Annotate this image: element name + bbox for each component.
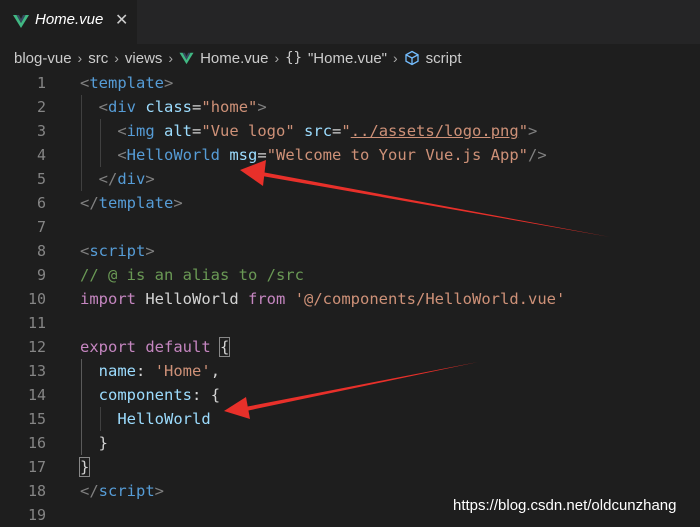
line-number: 17 bbox=[27, 458, 46, 476]
code-text: components: { bbox=[98, 386, 221, 404]
breadcrumb-module-label: "Home.vue" bbox=[307, 49, 387, 67]
code-text: <img alt="Vue logo" src="../assets/logo.… bbox=[117, 122, 538, 140]
line-number: 18 bbox=[27, 482, 46, 500]
code-editor[interactable]: 1 <template> 2 <div class="home"> 3 <img… bbox=[0, 71, 700, 527]
line-number: 4 bbox=[36, 146, 46, 164]
line-number: 6 bbox=[36, 194, 46, 212]
line-number: 2 bbox=[36, 98, 46, 116]
code-text: name: 'Home', bbox=[98, 362, 221, 380]
cube-icon bbox=[405, 50, 419, 66]
code-comment: // @ is an alias to /src bbox=[80, 266, 304, 284]
line-number: 13 bbox=[27, 362, 46, 380]
breadcrumb-item-script[interactable]: script bbox=[404, 50, 462, 67]
code-text: </template> bbox=[80, 194, 183, 212]
vue-icon bbox=[13, 15, 29, 28]
tab-label: Home.vue bbox=[35, 11, 104, 28]
code-line: 7 bbox=[0, 215, 700, 239]
breadcrumb: blog-vue › src › views › Home.vue › {} "… bbox=[0, 44, 700, 72]
code-text: HelloWorld bbox=[117, 410, 211, 428]
breadcrumb-file-label: Home.vue bbox=[200, 49, 269, 67]
code-line: 2 <div class="home"> bbox=[0, 95, 700, 119]
code-line: 14 components: { bbox=[0, 383, 700, 407]
watermark: https://blog.csdn.net/oldcunzhang bbox=[453, 497, 677, 514]
breadcrumb-item-blog-vue[interactable]: blog-vue bbox=[14, 50, 72, 67]
code-line: 9 // @ is an alias to /src bbox=[0, 263, 700, 287]
line-number: 11 bbox=[27, 314, 46, 332]
breadcrumb-item-file[interactable]: Home.vue bbox=[179, 50, 268, 67]
code-line: 6 </template> bbox=[0, 191, 700, 215]
code-text: <script> bbox=[80, 242, 155, 260]
matched-bracket: } bbox=[78, 457, 91, 477]
code-line: 15 HelloWorld bbox=[0, 407, 700, 431]
code-text: </div> bbox=[98, 170, 155, 188]
code-text: <HelloWorld msg="Welcome to Your Vue.js … bbox=[117, 146, 547, 164]
line-number: 12 bbox=[27, 338, 46, 356]
line-number: 10 bbox=[27, 290, 46, 308]
breadcrumb-script-label: script bbox=[425, 49, 462, 67]
code-line: 17 } bbox=[0, 455, 700, 479]
breadcrumb-separator: › bbox=[168, 50, 174, 66]
code-text: <div class="home"> bbox=[98, 98, 267, 116]
breadcrumb-separator: › bbox=[274, 50, 280, 66]
code-text: </script> bbox=[80, 482, 165, 500]
line-number: 15 bbox=[27, 410, 46, 428]
line-number: 5 bbox=[36, 170, 46, 188]
code-line: 10 import HelloWorld from '@/components/… bbox=[0, 287, 700, 311]
link-path[interactable]: ../assets/logo.png bbox=[351, 122, 519, 140]
code-line: 3 <img alt="Vue logo" src="../assets/log… bbox=[0, 119, 700, 143]
breadcrumb-separator: › bbox=[114, 50, 119, 66]
code-text: } bbox=[98, 434, 109, 452]
tab-home-vue[interactable]: Home.vue ✕ bbox=[0, 0, 137, 44]
line-number: 3 bbox=[36, 122, 46, 140]
line-number: 9 bbox=[36, 266, 46, 284]
code-line: 1 <template> bbox=[0, 71, 700, 95]
code-text: import HelloWorld from '@/components/Hel… bbox=[80, 290, 566, 308]
tab-bar: Home.vue ✕ bbox=[0, 0, 700, 44]
line-number: 1 bbox=[36, 74, 46, 92]
breadcrumb-item-src[interactable]: src bbox=[88, 50, 108, 67]
code-line: 4 <HelloWorld msg="Welcome to Your Vue.j… bbox=[0, 143, 700, 167]
matched-bracket: { bbox=[218, 337, 231, 357]
code-text: <template> bbox=[80, 74, 174, 92]
code-line: 12 export default { bbox=[0, 335, 700, 359]
line-number: 16 bbox=[27, 434, 46, 452]
line-number: 14 bbox=[27, 386, 46, 404]
braces-icon: {} bbox=[285, 50, 302, 66]
code-line: 16 } bbox=[0, 431, 700, 455]
line-number: 19 bbox=[27, 506, 46, 524]
breadcrumb-separator: › bbox=[77, 50, 83, 66]
line-number: 8 bbox=[36, 242, 46, 260]
line-number: 7 bbox=[36, 218, 46, 236]
code-line: 5 </div> bbox=[0, 167, 700, 191]
breadcrumb-separator: › bbox=[393, 50, 398, 66]
breadcrumb-item-views[interactable]: views bbox=[125, 50, 163, 67]
code-text: } bbox=[78, 455, 91, 479]
close-icon[interactable]: ✕ bbox=[115, 10, 128, 29]
vue-icon bbox=[179, 52, 194, 65]
code-line: 8 <script> bbox=[0, 239, 700, 263]
code-line: 11 bbox=[0, 311, 700, 335]
breadcrumb-item-module[interactable]: {} "Home.vue" bbox=[285, 50, 387, 67]
code-line: 13 name: 'Home', bbox=[0, 359, 700, 383]
code-text: export default { bbox=[80, 337, 231, 357]
